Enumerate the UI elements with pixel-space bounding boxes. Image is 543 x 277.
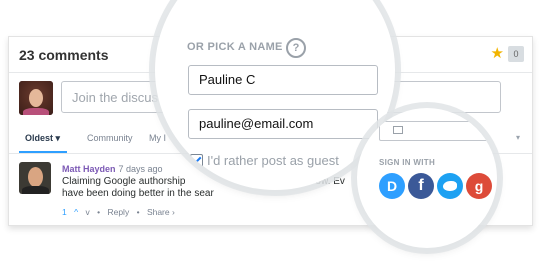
guest-checkbox-label[interactable]: I'd rather post as guest bbox=[207, 153, 339, 168]
magnifier-signin: SIGN IN WITH D f g bbox=[357, 108, 497, 248]
chevron-down-icon[interactable]: ▾ bbox=[516, 133, 520, 142]
star-icon[interactable]: ★ bbox=[491, 46, 504, 61]
comment-timestamp[interactable]: · 7 days ago bbox=[113, 164, 163, 174]
user-avatar[interactable] bbox=[19, 81, 53, 115]
email-input[interactable]: pauline@email.com bbox=[188, 109, 378, 139]
commenter-avatar[interactable] bbox=[19, 162, 51, 194]
facebook-signin-button[interactable]: f bbox=[408, 173, 434, 199]
image-icon[interactable] bbox=[393, 126, 403, 134]
reply-link[interactable]: Reply bbox=[107, 207, 129, 217]
google-signin-button[interactable]: g bbox=[466, 173, 492, 199]
recommend-count-badge[interactable]: 0 bbox=[508, 46, 524, 62]
comment-actions: 1 ^ v • Reply • Share › bbox=[62, 207, 175, 217]
twitter-bird-icon bbox=[443, 181, 457, 191]
comments-count-title: 23 comments bbox=[19, 47, 109, 63]
comment-author[interactable]: Matt Hayden bbox=[62, 164, 116, 174]
tab-my-disqus[interactable]: My I bbox=[149, 133, 166, 143]
pick-name-label: OR PICK A NAME bbox=[187, 41, 283, 53]
upvote-icon[interactable]: ^ bbox=[74, 207, 78, 217]
disqus-signin-button[interactable]: D bbox=[379, 173, 405, 199]
tab-community[interactable]: Community bbox=[87, 133, 133, 143]
downvote-icon[interactable]: v bbox=[85, 207, 89, 217]
signin-label: SIGN IN WITH bbox=[379, 158, 436, 167]
share-link[interactable]: Share › bbox=[147, 207, 175, 217]
name-input[interactable]: Pauline C bbox=[188, 65, 378, 95]
twitter-signin-button[interactable] bbox=[437, 173, 463, 199]
upvote-count: 1 bbox=[62, 207, 67, 217]
guest-checkbox[interactable] bbox=[190, 154, 203, 167]
help-icon[interactable]: ? bbox=[286, 38, 306, 58]
tab-oldest[interactable]: Oldest ▾ bbox=[25, 133, 60, 144]
